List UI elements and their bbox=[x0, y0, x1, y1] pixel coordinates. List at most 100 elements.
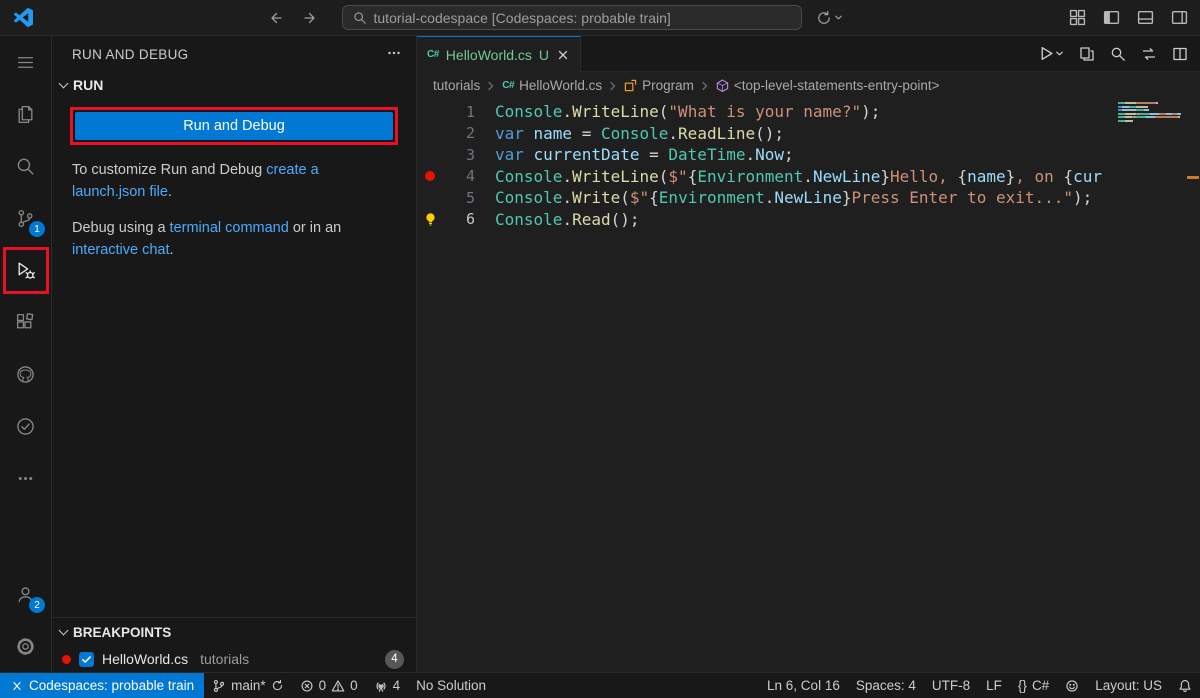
solution-indicator[interactable]: No Solution bbox=[408, 673, 494, 698]
sidebar-item-explorer[interactable] bbox=[0, 88, 51, 140]
code-line[interactable]: 2var name = Console.ReadLine(); bbox=[417, 123, 1200, 145]
toggle-panel-icon[interactable] bbox=[1136, 9, 1154, 27]
accounts-icon[interactable]: 2 bbox=[0, 568, 51, 620]
menu-icon[interactable] bbox=[0, 36, 51, 88]
run-or-debug-button[interactable] bbox=[1038, 45, 1064, 62]
remote-indicator[interactable]: Codespaces: probable train bbox=[0, 673, 204, 698]
run-section-label: RUN bbox=[73, 77, 103, 93]
glyph-margin[interactable] bbox=[417, 166, 443, 188]
vscode-logo-icon bbox=[12, 7, 34, 29]
more-views-icon[interactable] bbox=[0, 452, 51, 504]
compare-changes-icon[interactable] bbox=[1141, 46, 1157, 62]
line-number: 5 bbox=[443, 189, 475, 207]
minimap-line bbox=[1118, 102, 1186, 104]
breadcrumb-entry-point[interactable]: <top-level-statements-entry-point> bbox=[716, 78, 940, 93]
breadcrumb-symbol-program[interactable]: Program bbox=[624, 78, 694, 93]
sidebar-item-source-control[interactable]: 1 bbox=[0, 192, 51, 244]
settings-gear-icon[interactable] bbox=[0, 620, 51, 672]
line-number: 4 bbox=[443, 167, 475, 185]
language-mode-indicator[interactable]: {} C# bbox=[1010, 673, 1057, 698]
problems-indicator[interactable]: 0 0 bbox=[292, 673, 366, 698]
toggle-secondary-sidebar-icon[interactable] bbox=[1170, 9, 1188, 27]
workbench-main: 1 2 bbox=[0, 36, 1200, 672]
symbol-class-icon bbox=[624, 79, 637, 92]
code-text[interactable]: Console.WriteLine($"{Environment.NewLine… bbox=[475, 167, 1102, 186]
tab-bar: HelloWorld.cs U bbox=[417, 36, 1200, 72]
title-bar: tutorial-codespace [Codespaces: probable… bbox=[0, 0, 1200, 36]
branch-indicator[interactable]: main* bbox=[204, 673, 292, 698]
chevron-right-icon bbox=[607, 80, 619, 92]
ports-indicator[interactable]: 4 bbox=[366, 673, 409, 698]
glyph-margin[interactable] bbox=[417, 144, 443, 166]
terminal-command-link[interactable]: terminal command bbox=[170, 220, 289, 236]
views-and-more-actions-icon[interactable] bbox=[386, 45, 402, 64]
sidebar-item-testing[interactable] bbox=[0, 400, 51, 452]
sidebar-item-extensions[interactable] bbox=[0, 296, 51, 348]
sidebar-item-github[interactable] bbox=[0, 348, 51, 400]
editor-group: HelloWorld.cs U bbox=[417, 36, 1200, 672]
statusbar-spacer bbox=[494, 673, 759, 698]
line-number: 2 bbox=[443, 124, 475, 142]
glyph-margin[interactable] bbox=[417, 123, 443, 145]
code-text[interactable]: var currentDate = DateTime.Now; bbox=[475, 145, 794, 164]
breadcrumb: tutorials HelloWorld.cs Program <top-lev… bbox=[417, 72, 1200, 99]
line-number: 6 bbox=[443, 210, 475, 228]
run-section-header[interactable]: RUN bbox=[52, 72, 416, 98]
code-text[interactable]: Console.Write($"{Environment.NewLine}Pre… bbox=[475, 188, 1092, 207]
code-line[interactable]: 3var currentDate = DateTime.Now; bbox=[417, 144, 1200, 166]
go-forward-icon[interactable] bbox=[302, 9, 320, 27]
split-editor-icon[interactable] bbox=[1172, 46, 1188, 62]
code-line[interactable]: 1Console.WriteLine("What is your name?")… bbox=[417, 101, 1200, 123]
breakpoint-dot[interactable] bbox=[425, 171, 435, 181]
interactive-chat-link[interactable]: interactive chat bbox=[72, 242, 170, 258]
go-back-icon[interactable] bbox=[266, 9, 284, 27]
code-line[interactable]: 6Console.Read(); bbox=[417, 209, 1200, 231]
indentation-label: Spaces: 4 bbox=[856, 678, 916, 693]
backup-sync-button[interactable] bbox=[816, 10, 843, 26]
lightbulb-icon[interactable] bbox=[423, 212, 438, 227]
encoding-indicator[interactable]: UTF-8 bbox=[924, 673, 978, 698]
glyph-margin[interactable] bbox=[417, 187, 443, 209]
customize-layout-icon[interactable] bbox=[1068, 9, 1086, 27]
symbol-method-icon bbox=[716, 79, 729, 92]
notifications-bell[interactable] bbox=[1170, 673, 1200, 698]
breadcrumb-file-label: HelloWorld.cs bbox=[519, 78, 602, 93]
feedback-smiley-icon bbox=[1065, 679, 1079, 693]
command-center-search[interactable]: tutorial-codespace [Codespaces: probable… bbox=[342, 5, 802, 30]
breadcrumb-folder[interactable]: tutorials bbox=[433, 78, 480, 93]
glyph-margin[interactable] bbox=[417, 209, 443, 231]
code-editor[interactable]: 1Console.WriteLine("What is your name?")… bbox=[417, 99, 1200, 672]
code-text[interactable]: Console.Read(); bbox=[475, 210, 640, 229]
customize-text-end: . bbox=[168, 184, 172, 200]
tab-helloworld-cs[interactable]: HelloWorld.cs U bbox=[417, 36, 581, 72]
breakpoints-section-header[interactable]: BREAKPOINTS bbox=[52, 618, 416, 646]
encoding-label: UTF-8 bbox=[932, 678, 970, 693]
open-changes-icon[interactable] bbox=[1079, 46, 1095, 62]
run-and-debug-button[interactable]: Run and Debug bbox=[75, 112, 393, 140]
toggle-primary-sidebar-icon[interactable] bbox=[1102, 9, 1120, 27]
glyph-margin[interactable] bbox=[417, 101, 443, 123]
keyboard-layout-indicator[interactable]: Layout: US bbox=[1087, 673, 1170, 698]
tab-git-status: U bbox=[539, 47, 549, 63]
eol-label: LF bbox=[986, 678, 1002, 693]
code-line[interactable]: 5Console.Write($"{Environment.NewLine}Pr… bbox=[417, 187, 1200, 209]
feedback-indicator[interactable] bbox=[1057, 673, 1087, 698]
search-editor-icon[interactable] bbox=[1110, 46, 1126, 62]
indentation-indicator[interactable]: Spaces: 4 bbox=[848, 673, 924, 698]
breakpoint-checkbox[interactable] bbox=[79, 652, 94, 667]
sidebar-item-search[interactable] bbox=[0, 140, 51, 192]
eol-indicator[interactable]: LF bbox=[978, 673, 1010, 698]
cursor-position[interactable]: Ln 6, Col 16 bbox=[759, 673, 848, 698]
code-text[interactable]: Console.WriteLine("What is your name?"); bbox=[475, 102, 880, 121]
minimap[interactable] bbox=[1118, 102, 1186, 124]
close-tab-icon[interactable] bbox=[556, 48, 570, 62]
overview-ruler[interactable] bbox=[1186, 99, 1200, 672]
code-text[interactable]: var name = Console.ReadLine(); bbox=[475, 124, 784, 143]
breakpoint-list-item[interactable]: HelloWorld.cs tutorials 4 bbox=[52, 646, 416, 672]
editor-actions bbox=[1038, 36, 1200, 71]
cursor-position-label: Ln 6, Col 16 bbox=[767, 678, 840, 693]
code-line[interactable]: 4Console.WriteLine($"{Environment.NewLin… bbox=[417, 166, 1200, 188]
language-label: C# bbox=[1032, 678, 1049, 693]
breadcrumb-file[interactable]: HelloWorld.cs bbox=[502, 78, 602, 93]
sidebar-item-run-and-debug[interactable] bbox=[0, 244, 51, 296]
